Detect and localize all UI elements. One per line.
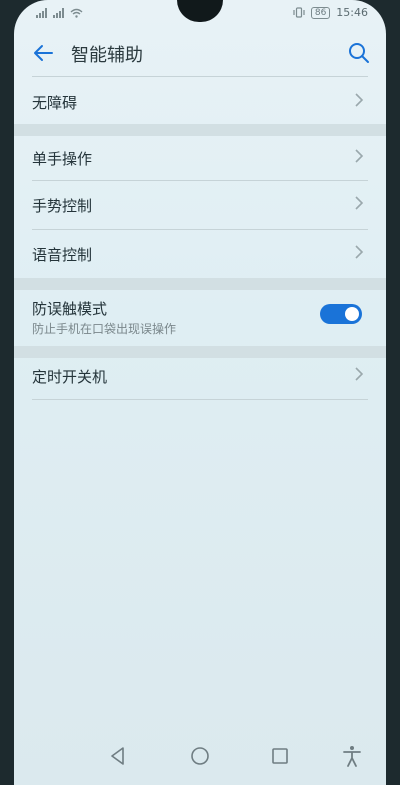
list-item-label: 语音控制 xyxy=(32,245,93,264)
divider xyxy=(32,399,368,400)
list-item-voice[interactable]: 语音控制 xyxy=(14,231,386,277)
list-item-label: 无障碍 xyxy=(32,93,78,112)
list-item-scheduled-power[interactable]: 定时开关机 xyxy=(14,354,386,398)
list-item-accessibility[interactable]: 无障碍 xyxy=(14,80,386,124)
toggle-knob xyxy=(345,307,359,321)
wifi-icon xyxy=(70,8,83,18)
status-bar: 86 15:46 xyxy=(14,0,386,30)
signal-icon xyxy=(36,8,47,18)
home-circle-icon[interactable] xyxy=(188,744,212,768)
app-bar: 智能辅助 xyxy=(14,34,386,74)
navigation-bar xyxy=(14,741,386,771)
list-item-one-hand[interactable]: 单手操作 xyxy=(14,136,386,180)
section-gap xyxy=(14,278,386,290)
divider xyxy=(32,229,368,230)
back-triangle-icon[interactable] xyxy=(106,744,130,768)
camera-notch xyxy=(177,0,223,22)
list-item-label: 手势控制 xyxy=(32,196,93,215)
accessibility-icon[interactable] xyxy=(340,744,364,768)
search-icon[interactable] xyxy=(346,40,372,66)
back-arrow-icon[interactable] xyxy=(30,40,56,66)
recents-square-icon[interactable] xyxy=(268,744,292,768)
list-item-label: 防误触模式 xyxy=(32,300,108,318)
divider xyxy=(32,76,368,77)
list-item-accidental-touch[interactable]: 防误触模式 防止手机在口袋出现误操作 xyxy=(14,290,386,346)
chevron-right-icon xyxy=(354,195,364,216)
status-time: 15:46 xyxy=(336,6,368,19)
list-item-label: 单手操作 xyxy=(32,149,93,168)
page-title: 智能辅助 xyxy=(71,45,143,66)
list-item-sublabel: 防止手机在口袋出现误操作 xyxy=(32,322,177,336)
chevron-right-icon xyxy=(354,148,364,169)
list-item-label: 定时开关机 xyxy=(32,367,108,386)
battery-icon: 86 xyxy=(310,6,331,19)
status-left xyxy=(36,8,83,18)
chevron-right-icon xyxy=(354,244,364,265)
vibrate-icon xyxy=(293,7,305,18)
list-item-gesture[interactable]: 手势控制 xyxy=(14,182,386,228)
section-gap xyxy=(14,124,386,136)
accidental-touch-toggle[interactable] xyxy=(320,304,362,324)
signal-icon xyxy=(53,8,64,18)
chevron-right-icon xyxy=(354,366,364,387)
phone-screen: 86 15:46 智能辅助 无障碍 单手操作 手势控制 语音控制 防误触模式 防… xyxy=(14,0,386,785)
divider xyxy=(32,180,368,181)
status-right: 86 15:46 xyxy=(293,6,368,19)
chevron-right-icon xyxy=(354,92,364,113)
